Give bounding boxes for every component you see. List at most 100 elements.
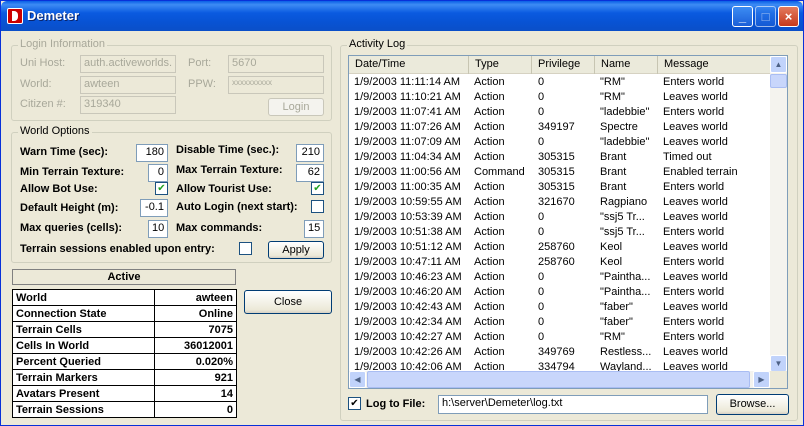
column-header-type[interactable]: Type	[469, 56, 532, 74]
log-row[interactable]: 1/9/2003 10:53:39 AM Action 0 "ssj5 Tr... Le…	[349, 210, 770, 225]
log-row[interactable]: 1/9/2003 10:51:38 AM Action 0 "ssj5 Tr... En…	[349, 225, 770, 240]
log-message: Enabled terrain	[663, 166, 738, 178]
log-type: Action	[474, 196, 505, 208]
port-field[interactable]: 5670	[228, 55, 324, 73]
log-name: "RM"	[600, 76, 625, 88]
column-header-name[interactable]: Name	[595, 56, 658, 74]
log-row[interactable]: 1/9/2003 10:42:27 AM Action 0 "RM" Enters wo…	[349, 330, 770, 345]
citizen-field[interactable]: 319340	[80, 96, 176, 114]
terrain-sessions-checkbox[interactable]	[239, 242, 252, 255]
log-name: "ssj5 Tr...	[600, 211, 645, 223]
log-name: "ssj5 Tr...	[600, 226, 645, 238]
allow-bot-label: Allow Bot Use:	[20, 183, 98, 195]
log-row[interactable]: 1/9/2003 11:04:34 AM Action 305315 Brant Tim…	[349, 150, 770, 165]
auto-login-checkbox[interactable]	[311, 200, 324, 213]
log-type: Action	[474, 346, 505, 358]
log-type: Action	[474, 121, 505, 133]
log-type: Action	[474, 286, 505, 298]
scroll-up-icon[interactable]: ▲	[770, 56, 787, 73]
minimize-button[interactable]: _	[732, 6, 753, 27]
max-queries-field[interactable]: 10	[148, 220, 168, 238]
log-name: Spectre	[600, 121, 638, 133]
log-row[interactable]: 1/9/2003 10:59:55 AM Action 321670 Ragpiano…	[349, 195, 770, 210]
status-value: 14	[154, 385, 237, 402]
log-row[interactable]: 1/9/2003 11:07:09 AM Action 0 "ladebbie" Lea…	[349, 135, 770, 150]
log-message: Enters world	[663, 226, 725, 238]
browse-button[interactable]: Browse...	[716, 394, 789, 415]
scroll-down-icon[interactable]: ▼	[770, 355, 787, 372]
log-type: Action	[474, 241, 505, 253]
log-privilege: 0	[538, 331, 545, 343]
log-privilege: 0	[538, 211, 545, 223]
log-datetime: 1/9/2003 11:07:41 AM	[354, 106, 461, 118]
min-terrain-field[interactable]: 0	[148, 164, 168, 182]
column-header-message[interactable]: Message	[658, 56, 770, 74]
disable-time-field[interactable]: 210	[296, 144, 324, 162]
log-datetime: 1/9/2003 11:11:14 AM	[354, 76, 461, 88]
log-name: "Paintha...	[600, 286, 651, 298]
vertical-scrollbar[interactable]: ▲ ▼	[770, 56, 787, 372]
log-row[interactable]: 1/9/2003 10:46:20 AM Action 0 "Paintha... En…	[349, 285, 770, 300]
close-button[interactable]: Close	[244, 290, 332, 314]
world-field[interactable]: awteen	[80, 76, 176, 94]
default-height-label: Default Height (m):	[20, 202, 119, 214]
close-window-button[interactable]: ×	[778, 6, 799, 27]
scroll-left-icon[interactable]: ◀	[349, 371, 366, 388]
log-type: Action	[474, 76, 505, 88]
status-title: Active	[12, 269, 236, 285]
scroll-right-icon[interactable]: ▶	[753, 371, 770, 388]
vertical-scroll-thumb[interactable]	[770, 74, 787, 88]
world-options-legend: World Options	[18, 125, 92, 137]
log-type: Action	[474, 271, 505, 283]
log-message: Leaves world	[663, 121, 728, 133]
log-row[interactable]: 1/9/2003 11:10:21 AM Action 0 "RM" Leaves wo…	[349, 90, 770, 105]
column-header-privilege[interactable]: Privilege	[532, 56, 595, 74]
log-type: Action	[474, 151, 505, 163]
status-table: World awteen Connection State Online Terrain…	[11, 289, 237, 418]
allow-bot-checkbox[interactable]: ✔	[155, 182, 168, 195]
log-path-field[interactable]: h:\server\Demeter\log.txt	[438, 395, 708, 414]
column-header-datetime[interactable]: Date/Time	[349, 56, 469, 74]
log-datetime: 1/9/2003 10:42:26 AM	[354, 346, 462, 358]
log-message: Leaves world	[663, 241, 728, 253]
default-height-field[interactable]: -0.1	[140, 199, 168, 217]
log-row[interactable]: 1/9/2003 10:42:34 AM Action 0 "faber" Enters…	[349, 315, 770, 330]
horizontal-scroll-thumb[interactable]	[367, 371, 750, 388]
maximize-button[interactable]: □	[755, 6, 776, 27]
log-row[interactable]: 1/9/2003 11:00:56 AM Command 305315 Brant En…	[349, 165, 770, 180]
status-label: Terrain Markers	[11, 369, 156, 386]
log-privilege: 305315	[538, 181, 575, 193]
log-row[interactable]: 1/9/2003 10:46:23 AM Action 0 "Paintha... Le…	[349, 270, 770, 285]
log-name: Brant	[600, 151, 627, 163]
warn-time-field[interactable]: 180	[136, 144, 168, 162]
ppw-field[interactable]: xxxxxxxxxx	[228, 76, 324, 94]
log-datetime: 1/9/2003 10:51:38 AM	[354, 226, 462, 238]
log-type: Action	[474, 226, 505, 238]
uni-host-field[interactable]: auth.activeworlds.	[80, 55, 176, 73]
max-terrain-field[interactable]: 62	[296, 164, 324, 182]
log-message: Enters world	[663, 181, 725, 193]
log-row[interactable]: 1/9/2003 11:07:26 AM Action 349197 Spectre L…	[349, 120, 770, 135]
horizontal-scrollbar[interactable]: ◀ ▶	[349, 371, 770, 388]
log-privilege: 0	[538, 226, 545, 238]
log-datetime: 1/9/2003 11:00:35 AM	[354, 181, 461, 193]
max-commands-field[interactable]: 15	[304, 220, 324, 238]
apply-button[interactable]: Apply	[268, 241, 324, 259]
log-datetime: 1/9/2003 11:07:26 AM	[354, 121, 461, 133]
citizen-label: Citizen #:	[20, 98, 66, 110]
activity-log-list[interactable]: Date/Time Type Privilege Name Message 1/…	[348, 55, 788, 389]
allow-tourist-checkbox[interactable]: ✔	[311, 182, 324, 195]
log-row[interactable]: 1/9/2003 11:07:41 AM Action 0 "ladebbie" Ent…	[349, 105, 770, 120]
login-button[interactable]: Login	[268, 98, 324, 116]
log-to-file-checkbox[interactable]: ✔	[348, 397, 361, 410]
log-privilege: 321670	[538, 196, 575, 208]
status-label: World	[11, 289, 156, 306]
log-row[interactable]: 1/9/2003 10:47:11 AM Action 258760 Keol Ente…	[349, 255, 770, 270]
log-row[interactable]: 1/9/2003 11:00:35 AM Action 305315 Brant Ent…	[349, 180, 770, 195]
title-bar[interactable]: Demeter _ □ ×	[1, 1, 803, 31]
log-row[interactable]: 1/9/2003 10:42:43 AM Action 0 "faber" Leaves…	[349, 300, 770, 315]
log-row[interactable]: 1/9/2003 11:11:14 AM Action 0 "RM" Enters wo…	[349, 75, 770, 90]
log-row[interactable]: 1/9/2003 10:51:12 AM Action 258760 Keol Leav…	[349, 240, 770, 255]
log-row[interactable]: 1/9/2003 10:42:26 AM Action 349769 Restless…	[349, 345, 770, 360]
ppw-label: PPW:	[188, 78, 216, 90]
